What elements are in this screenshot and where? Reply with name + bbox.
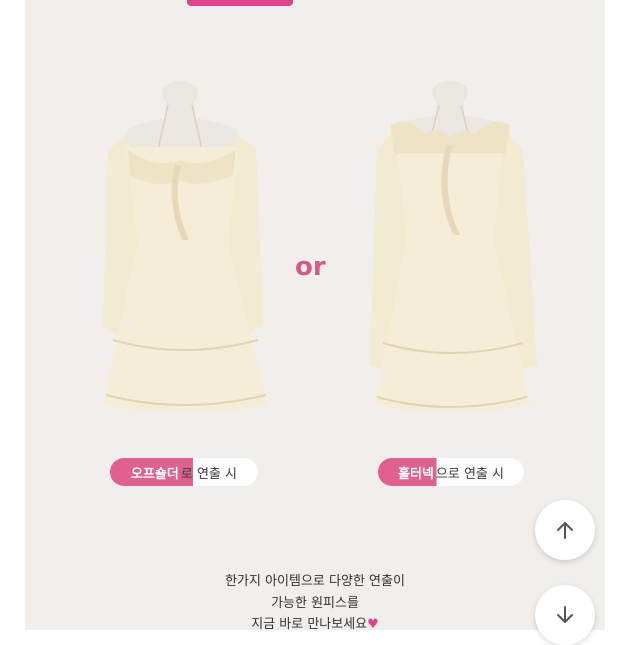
halter-neck-label: 홀터넥 으로 연출 시 [378, 458, 524, 486]
scroll-up-button[interactable] [535, 500, 595, 560]
halter-neck-highlight: 홀터넥 [398, 466, 434, 482]
or-label: or [295, 252, 326, 282]
header-accent-bar [187, 0, 293, 6]
arrow-down-icon [557, 606, 573, 623]
off-shoulder-highlight: 오프숄더 [131, 466, 179, 482]
dress-halter-neck-image [370, 81, 537, 413]
off-shoulder-rest: 로 연출 시 [180, 466, 237, 482]
arrow-up-icon [557, 522, 573, 539]
dress-off-shoulder-image [103, 81, 268, 413]
halter-neck-rest: 으로 연출 시 [435, 466, 504, 482]
off-shoulder-label: 오프숄더 로 연출 시 [110, 458, 258, 486]
scroll-down-button[interactable] [535, 585, 595, 645]
caption-line-1: 한가지 아이템으로 다양한 연출이 [225, 574, 405, 589]
